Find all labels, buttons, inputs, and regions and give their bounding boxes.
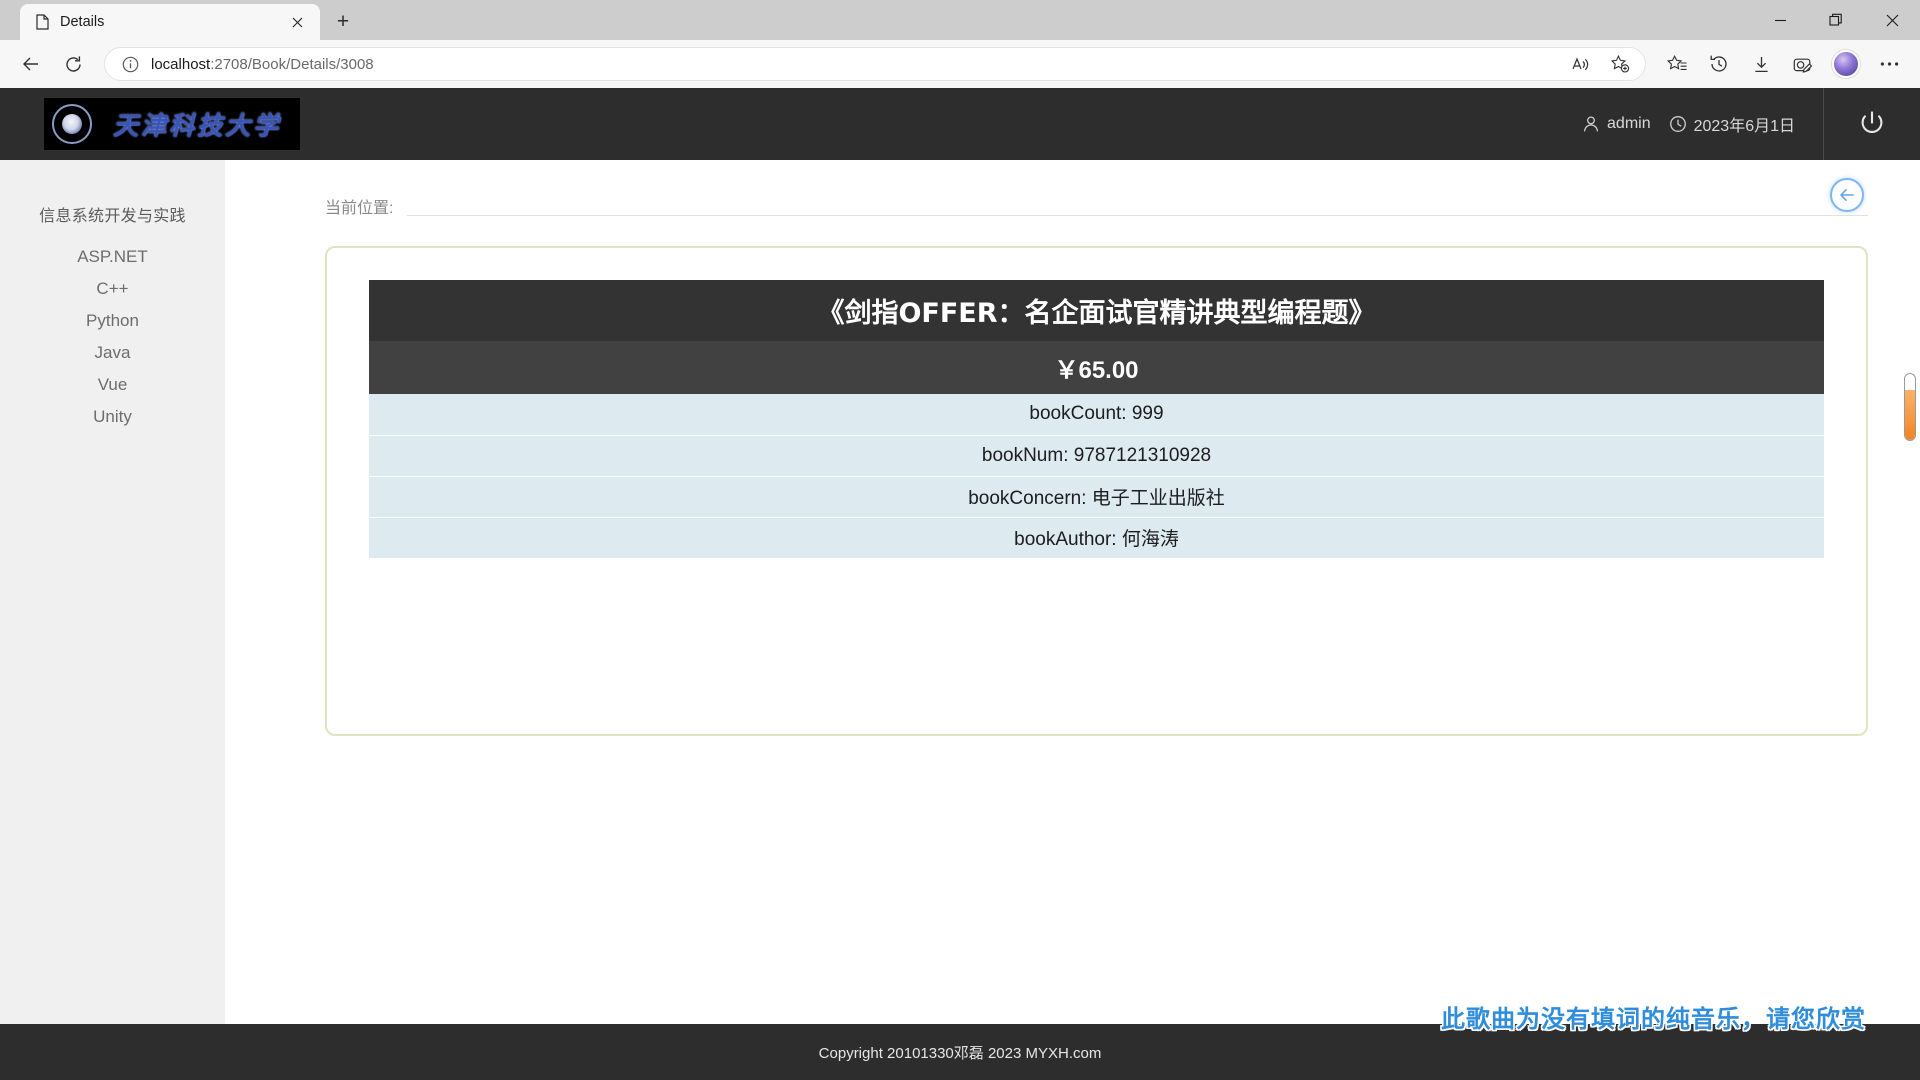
header-user-info: admin 2023年6月1日 [1582,112,1823,136]
settings-and-more-icon[interactable] [1870,45,1908,83]
back-arrow-circle-icon[interactable] [1830,178,1864,212]
sidebar-item-java[interactable]: Java [0,337,225,369]
tab-strip: Details + [0,0,1920,40]
table-row: bookAuthor: 何海涛 [369,517,1824,559]
table-row-title: 《剑指OFFER：名企面试官精讲典型编程题》 [369,280,1824,341]
breadcrumb-rule [407,194,1868,216]
university-emblem-icon [52,104,92,144]
downloads-icon[interactable] [1742,45,1780,83]
favorites-icon[interactable] [1658,45,1696,83]
browser-window: Details + localhost:2708/Book/Details/30… [0,0,1920,1080]
current-date: 2023年6月1日 [1669,112,1795,136]
restore-button[interactable] [1808,0,1864,40]
browser-tab[interactable]: Details [20,4,320,40]
page-icon [34,14,50,30]
logo-text: 天津科技大学 [112,111,281,140]
music-marquee-text: 此歌曲为没有填词的纯音乐，请您欣赏 [1441,1005,1866,1033]
collections-icon[interactable] [1784,45,1822,83]
breadcrumb: 当前位置: [325,160,1868,218]
close-window-button[interactable] [1864,0,1920,40]
sidebar-item-cpp[interactable]: C++ [0,273,225,305]
new-tab-button[interactable]: + [330,9,356,35]
refresh-icon[interactable] [54,45,92,83]
tab-title: Details [60,14,105,30]
table-row: bookNum: 9787121310928 [369,435,1824,477]
site-logo[interactable]: 天津科技大学 [44,98,300,150]
header-right: admin 2023年6月1日 [1582,88,1920,160]
omnibox-actions [1561,45,1639,83]
url-text: localhost:2708/Book/Details/3008 [151,56,1561,73]
sidebar-item-unity[interactable]: Unity [0,401,225,433]
site-footer: Copyright 20101330邓磊 2023 MYXH.com 此歌曲为没… [0,1005,1920,1080]
book-concern: bookConcern: 电子工业出版社 [369,476,1824,518]
url-host: localhost [151,55,211,73]
book-details-card: 《剑指OFFER：名企面试官精讲典型编程题》 ￥65.00 bookCount:… [325,246,1868,736]
copyright-text: Copyright 20101330邓磊 2023 MYXH.com [818,1044,1102,1062]
table-row-price: ￥65.00 [369,341,1824,394]
add-favorite-star-icon[interactable] [1601,45,1639,83]
book-details-table: 《剑指OFFER：名企面试官精讲典型编程题》 ￥65.00 bookCount:… [369,280,1824,559]
page-viewport: 天津科技大学 admin 2023年6月1日 信息系统开发与实践 ASP.NET… [0,88,1920,1080]
back-arrow-icon[interactable] [12,45,50,83]
close-icon[interactable] [284,9,310,35]
browser-toolbar: localhost:2708/Book/Details/3008 [0,40,1920,88]
book-title: 《剑指OFFER：名企面试官精讲典型编程题》 [369,280,1824,341]
table-row: bookConcern: 电子工业出版社 [369,476,1824,518]
book-price: ￥65.00 [369,341,1824,394]
book-num: bookNum: 9787121310928 [369,435,1824,477]
user-name: admin [1607,115,1651,132]
table-row: bookCount: 999 [369,394,1824,436]
user-icon [1582,115,1600,133]
date-text: 2023年6月1日 [1693,118,1795,135]
book-author: bookAuthor: 何海涛 [369,517,1824,559]
sidebar: 信息系统开发与实践 ASP.NET C++ Python Java Vue Un… [0,160,225,1024]
info-circle-icon[interactable] [119,53,141,75]
address-bar[interactable]: localhost:2708/Book/Details/3008 [104,47,1646,81]
current-user: admin [1582,115,1651,133]
page-body: 信息系统开发与实践 ASP.NET C++ Python Java Vue Un… [0,160,1920,1024]
main-content: 当前位置: 《剑指OFFER：名企面试官精讲典型编程题》 ￥65.00 book… [225,160,1920,1024]
minimize-button[interactable] [1752,0,1808,40]
book-count: bookCount: 999 [369,394,1824,436]
breadcrumb-label: 当前位置: [325,200,394,217]
clock-icon [1669,115,1687,133]
profile-avatar[interactable] [1832,50,1860,78]
power-icon [1857,109,1887,139]
window-controls [1752,0,1920,40]
read-aloud-icon[interactable] [1561,45,1599,83]
sidebar-item-python[interactable]: Python [0,305,225,337]
sidebar-heading: 信息系统开发与实践 [39,208,186,225]
history-icon[interactable] [1700,45,1738,83]
sidebar-item-vue[interactable]: Vue [0,369,225,401]
sidebar-item-aspnet[interactable]: ASP.NET [0,241,225,273]
site-header: 天津科技大学 admin 2023年6月1日 [0,88,1920,160]
url-path: :2708/Book/Details/3008 [210,55,374,73]
logout-button[interactable] [1824,88,1920,160]
